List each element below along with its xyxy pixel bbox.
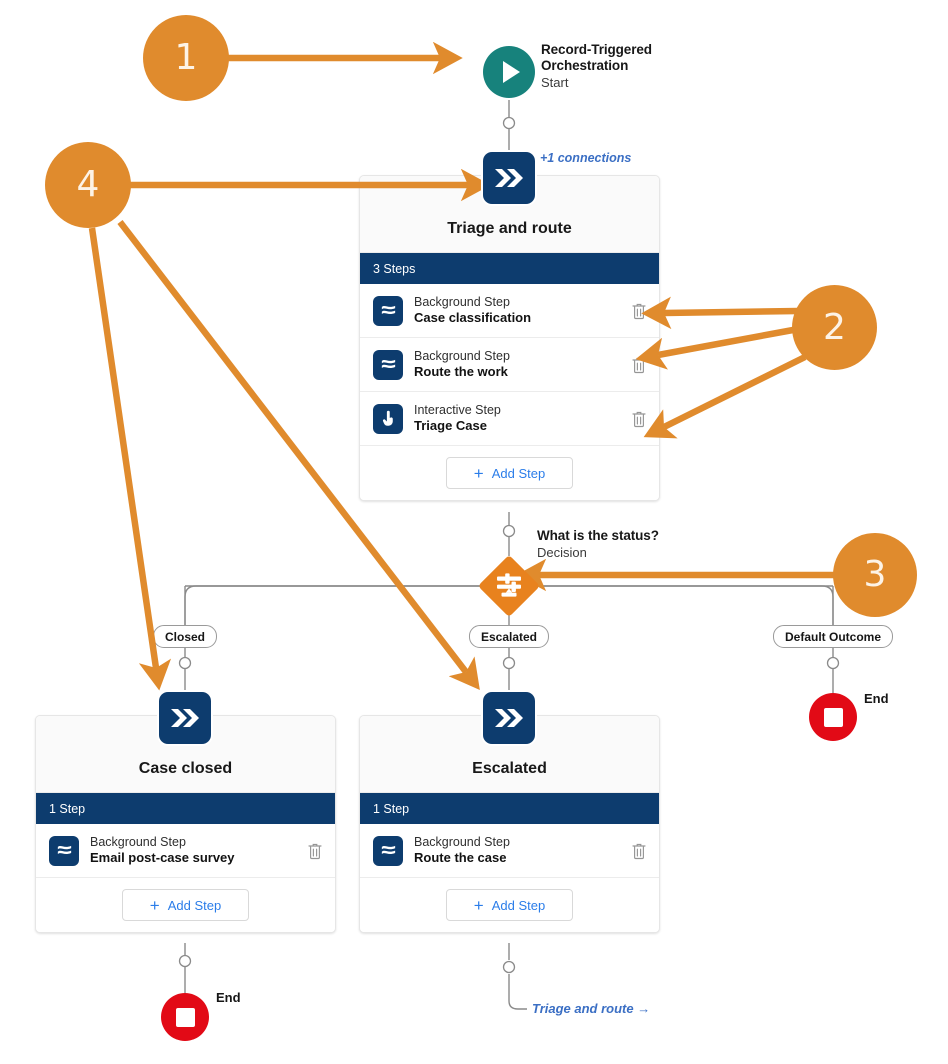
stage-badge-escalated[interactable] bbox=[483, 692, 535, 744]
annotation-arrow-4c bbox=[117, 220, 480, 691]
stage-badge-case-closed[interactable] bbox=[159, 692, 211, 744]
callout-1[interactable]: 1 bbox=[143, 15, 229, 101]
callout-4[interactable]: 4 bbox=[45, 142, 131, 228]
annotation-arrow-2b bbox=[635, 326, 794, 370]
annotation-arrow-2a bbox=[641, 296, 799, 330]
double-chevron-icon bbox=[483, 152, 535, 204]
double-chevron-icon bbox=[159, 692, 211, 744]
decision-node[interactable] bbox=[477, 554, 541, 618]
decision-rules-glyph bbox=[497, 573, 521, 597]
annotation-arrow-2c bbox=[643, 354, 807, 439]
callout-number: 1 bbox=[174, 37, 198, 78]
double-chevron-icon bbox=[483, 692, 535, 744]
double-chevron-glyph bbox=[171, 709, 199, 727]
annotation-arrow-4b bbox=[88, 227, 172, 691]
callout-number: 4 bbox=[76, 164, 100, 205]
callout-number: 3 bbox=[863, 554, 887, 595]
callout-3[interactable]: 3 bbox=[833, 533, 917, 617]
callout-2[interactable]: 2 bbox=[792, 285, 877, 370]
flow-canvas[interactable]: Record-Triggered Orchestration Start +1 … bbox=[0, 0, 948, 1064]
stage-badge-triage[interactable] bbox=[483, 152, 535, 204]
double-chevron-glyph bbox=[495, 709, 523, 727]
double-chevron-glyph bbox=[495, 169, 523, 187]
callout-number: 2 bbox=[823, 306, 846, 348]
annotation-arrows bbox=[88, 41, 838, 691]
